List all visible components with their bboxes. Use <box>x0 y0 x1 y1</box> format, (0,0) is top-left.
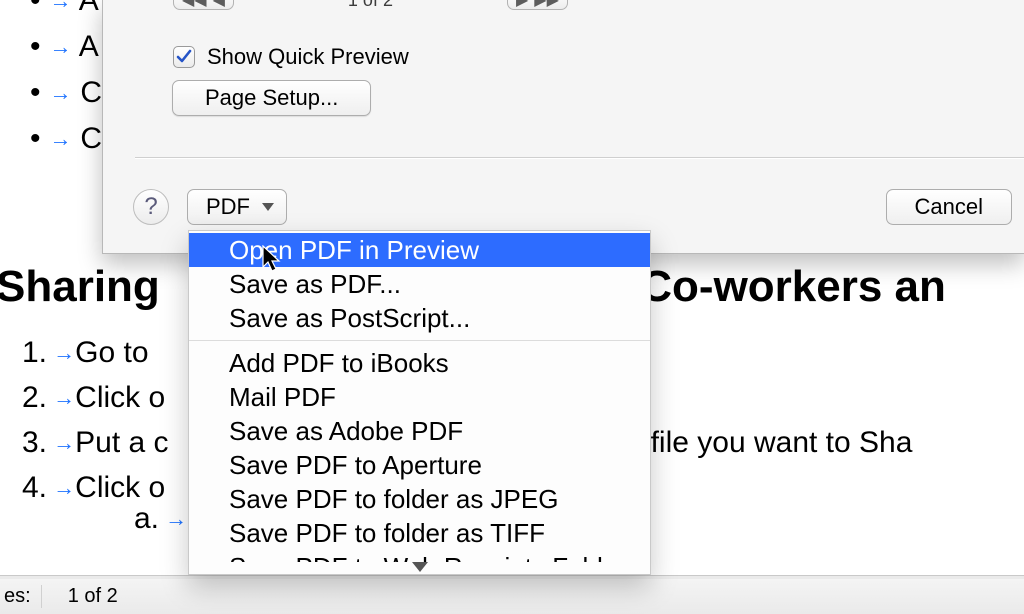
menu-scroll-indicator[interactable] <box>189 562 650 572</box>
status-bar: es: 1 of 2 <box>0 578 1024 614</box>
chevron-down-icon <box>262 203 274 211</box>
help-button[interactable]: ? <box>133 189 169 225</box>
dialog-divider <box>135 157 1024 159</box>
cancel-button[interactable]: Cancel <box>886 189 1012 225</box>
tab-arrow-icon: → <box>47 430 75 455</box>
tab-arrow-icon: → <box>159 506 187 531</box>
menu-item-save-folder-tiff[interactable]: Save PDF to folder as TIFF <box>189 516 650 550</box>
menu-separator <box>189 340 650 341</box>
menu-item-save-as-postscript[interactable]: Save as PostScript... <box>189 301 650 335</box>
menu-item-save-as-adobe-pdf[interactable]: Save as Adobe PDF <box>189 414 650 448</box>
pdf-dropdown-button[interactable]: PDF <box>187 189 287 225</box>
tab-arrow-icon: → <box>49 0 71 13</box>
menu-item-add-to-ibooks[interactable]: Add PDF to iBooks <box>189 346 650 380</box>
tab-arrow-icon: → <box>49 34 71 59</box>
print-dialog: ◀◀◀ 1 of 2 ▶▶▶ Show Quick Preview Page S… <box>102 0 1024 254</box>
tab-arrow-icon: → <box>47 475 75 500</box>
menu-item-web-receipts[interactable]: Save PDF to Web Receipts Folder <box>189 550 650 562</box>
menu-item-open-pdf-preview[interactable]: Open PDF in Preview <box>189 233 650 267</box>
tab-arrow-icon: → <box>47 340 75 365</box>
tab-arrow-icon: → <box>49 126 71 151</box>
status-left-label: es: <box>0 585 42 608</box>
show-quick-preview-row[interactable]: Show Quick Preview <box>173 44 409 70</box>
tab-arrow-icon: → <box>49 80 71 105</box>
page-setup-button[interactable]: Page Setup... <box>172 80 371 116</box>
sub-list-item: a. → <box>134 502 187 536</box>
menu-item-save-to-aperture[interactable]: Save PDF to Aperture <box>189 448 650 482</box>
chevron-down-icon <box>412 562 428 572</box>
menu-item-save-folder-jpeg[interactable]: Save PDF to folder as JPEG <box>189 482 650 516</box>
pdf-button-label: PDF <box>206 194 250 220</box>
menu-item-mail-pdf[interactable]: Mail PDF <box>189 380 650 414</box>
pager-back-buttons[interactable]: ◀◀◀ <box>173 0 234 10</box>
checkmark-icon <box>176 49 192 65</box>
tab-arrow-icon: → <box>47 385 75 410</box>
preview-pager: ◀◀◀ 1 of 2 ▶▶▶ <box>173 0 568 11</box>
show-quick-preview-checkbox[interactable] <box>173 46 195 68</box>
menu-item-save-as-pdf[interactable]: Save as PDF... <box>189 267 650 301</box>
status-pages: 1 of 2 <box>54 585 132 608</box>
show-quick-preview-label: Show Quick Preview <box>207 44 409 70</box>
pdf-dropdown-menu: Open PDF in Preview Save as PDF... Save … <box>188 230 651 575</box>
pager-forward-buttons[interactable]: ▶▶▶ <box>507 0 568 10</box>
bullet-list: → A → A → C → C <box>30 0 102 162</box>
pager-text: 1 of 2 <box>248 0 493 11</box>
